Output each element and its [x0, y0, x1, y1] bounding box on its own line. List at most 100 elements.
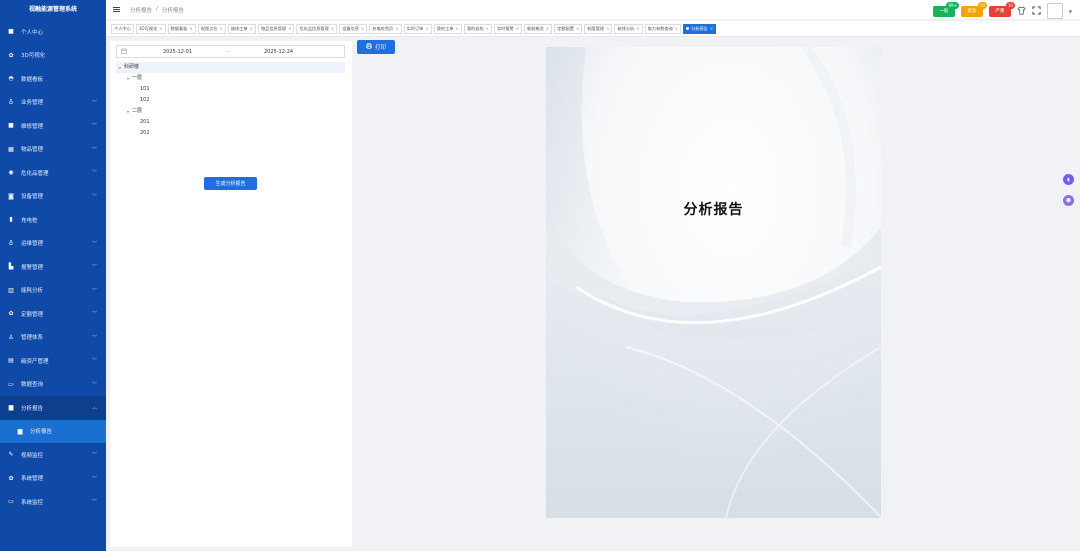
- alarm-urgent-button[interactable]: 紧急 10: [960, 1, 987, 17]
- sidebar-item-business[interactable]: ♁ 业务管理 ﹀: [0, 91, 106, 115]
- sidebar-item-label: 系统监控: [21, 499, 44, 506]
- close-icon[interactable]: ×: [159, 24, 162, 34]
- close-icon[interactable]: ×: [425, 24, 428, 34]
- business-icon: ♁: [8, 98, 14, 106]
- shirt-icon[interactable]: [1017, 5, 1026, 17]
- start-date-input[interactable]: 2025-12-01: [163, 49, 192, 55]
- sidebar-item-settings[interactable]: ✿ 系统管理 ﹀: [0, 467, 106, 491]
- caret-down-icon[interactable]: ▾: [116, 62, 124, 73]
- end-date-input[interactable]: 2025-12-24: [264, 49, 293, 55]
- close-icon[interactable]: ×: [636, 24, 639, 34]
- sidebar-item-query[interactable]: ▭ 数据查询 ﹀: [0, 373, 106, 397]
- tab-label: 电力参数查询: [647, 25, 673, 31]
- tab-label: 我的巡检: [466, 25, 484, 31]
- tree-node[interactable]: 101: [116, 84, 345, 95]
- tab-item[interactable]: 实时订单 ×: [403, 23, 432, 34]
- caret-down-icon[interactable]: ▾: [124, 106, 132, 117]
- sidebar-item-quota[interactable]: ✿ 定额管理 ﹀: [0, 302, 106, 326]
- assistant-float-button[interactable]: ◖: [1063, 174, 1074, 185]
- tab-item[interactable]: 制度管理 ×: [584, 23, 613, 34]
- close-icon[interactable]: ×: [576, 24, 579, 34]
- tab-item[interactable]: 维修工单 ×: [227, 23, 256, 34]
- sidebar-item-dashboard[interactable]: ◓ 数据看板: [0, 67, 106, 91]
- close-icon[interactable]: ×: [486, 24, 489, 34]
- sidebar-item-report[interactable]: ▆ 分析报告 ︿: [0, 396, 106, 420]
- hamburger-icon[interactable]: [113, 7, 120, 12]
- sidebar-item-label: 报警管理: [21, 264, 44, 271]
- tab-item[interactable]: 定额配置 ×: [554, 23, 583, 34]
- tab-item[interactable]: 实时报警 ×: [493, 23, 523, 34]
- query-icon: ▭: [8, 380, 14, 388]
- sidebar-item-charging[interactable]: ▮ 充电桩: [0, 208, 106, 232]
- user-icon: ■: [8, 28, 14, 36]
- alarm-general-button[interactable]: 一般 99+: [932, 1, 959, 17]
- close-icon[interactable]: ×: [361, 24, 364, 34]
- caret-down-icon[interactable]: ▾: [124, 73, 132, 84]
- sidebar-item-chemical[interactable]: ◉ 危化品管理 ﹀: [0, 161, 106, 185]
- sidebar-item-gear[interactable]: ✿ 3D可视化: [0, 44, 106, 68]
- close-icon[interactable]: ×: [189, 24, 192, 34]
- sidebar-item-carbon[interactable]: ▤ 碳资产管理 ﹀: [0, 349, 106, 373]
- close-icon[interactable]: ×: [546, 24, 549, 34]
- tab-item[interactable]: 数据看板 ×: [167, 23, 196, 34]
- alarm-severe-button[interactable]: 严重 10: [988, 1, 1015, 17]
- tab-item[interactable]: 3D可视化 ×: [135, 23, 166, 34]
- tab-label: 维修工单: [230, 25, 248, 31]
- tree-node-label: 二层: [132, 108, 143, 114]
- tab-item[interactable]: 视频点位 ×: [197, 23, 226, 34]
- close-icon[interactable]: ×: [606, 24, 609, 34]
- tab-item[interactable]: 我的巡检 ×: [463, 23, 492, 34]
- help-float-button[interactable]: ☻: [1063, 195, 1074, 206]
- chat-icon: ◖: [1067, 176, 1070, 183]
- tab-active[interactable]: 分析报告 ×: [683, 23, 717, 34]
- sidebar-item-ops[interactable]: ♁ 运维管理 ﹀: [0, 232, 106, 256]
- avatar[interactable]: [1046, 3, 1063, 19]
- tab-item[interactable]: 能耗概览 ×: [524, 23, 553, 34]
- close-icon[interactable]: ×: [395, 24, 398, 34]
- sidebar-item-alarm[interactable]: ▙ 报警管理 ﹀: [0, 255, 106, 279]
- tree-node[interactable]: ▾ 二层: [116, 106, 345, 117]
- close-icon[interactable]: ×: [331, 24, 334, 34]
- monitor-icon: ▭: [8, 498, 14, 506]
- breadcrumb: 分析报告 / 分析报告: [130, 6, 184, 14]
- device-icon: ◙: [8, 192, 14, 200]
- close-icon[interactable]: ×: [710, 24, 713, 34]
- tree-node[interactable]: ▾ 科研楼: [116, 62, 345, 73]
- tab-item[interactable]: 物品信息管理 ×: [257, 23, 295, 34]
- tab-item[interactable]: 电力参数查询 ×: [644, 23, 682, 34]
- sidebar-item-energy[interactable]: ▥ 能耗分析 ﹀: [0, 279, 106, 303]
- tab-item[interactable]: 设备信息 ×: [339, 23, 368, 34]
- close-icon[interactable]: ×: [288, 24, 291, 34]
- tab-label: 制度管理: [587, 25, 605, 31]
- fullscreen-icon[interactable]: [1032, 5, 1041, 17]
- tab-item[interactable]: 个人中心: [111, 23, 134, 34]
- print-label: 打印: [374, 45, 386, 51]
- sidebar-item-system[interactable]: ♙ 管理体系 ﹀: [0, 326, 106, 350]
- close-icon[interactable]: ×: [250, 24, 253, 34]
- tree-node[interactable]: 201: [116, 117, 345, 128]
- tab-item[interactable]: 我的工单 ×: [433, 23, 462, 34]
- tab-item[interactable]: 充电桩首页 ×: [369, 23, 402, 34]
- close-icon[interactable]: ×: [455, 24, 458, 34]
- close-icon[interactable]: ×: [675, 24, 678, 34]
- tab-item[interactable]: 碳排分析 ×: [614, 23, 643, 34]
- sidebar-item-report-doc[interactable]: ▆ 分析报告: [0, 419, 106, 443]
- tree-node[interactable]: 102: [116, 95, 345, 106]
- tree-node[interactable]: 202: [116, 128, 345, 139]
- tab-item[interactable]: 危化品信息管理 ×: [296, 23, 338, 34]
- close-icon[interactable]: ×: [219, 24, 222, 34]
- sidebar-item-device[interactable]: ◙ 设备管理 ﹀: [0, 185, 106, 209]
- generate-report-button[interactable]: 生成分析报告: [204, 177, 257, 190]
- print-button[interactable]: 打印: [357, 40, 395, 54]
- sidebar-item-repair[interactable]: ■ 维修管理 ﹀: [0, 114, 106, 138]
- sidebar-item-user[interactable]: ■ 个人中心: [0, 20, 106, 44]
- close-icon[interactable]: ×: [516, 24, 519, 34]
- chevron-down-icon[interactable]: ▼: [1069, 9, 1072, 14]
- sidebar-item-video[interactable]: ✎ 视频监控 ﹀: [0, 443, 106, 467]
- sidebar-item-goods[interactable]: ▦ 物品管理 ﹀: [0, 138, 106, 162]
- app-title: 视融能源管理系统: [28, 6, 77, 13]
- breadcrumb-item[interactable]: 分析报告: [130, 6, 152, 14]
- tree-node[interactable]: ▾ 一层: [116, 73, 345, 84]
- sidebar-item-monitor[interactable]: ▭ 系统监控 ﹀: [0, 490, 106, 514]
- date-range-picker[interactable]: 2025-12-01 - 2025-12-24: [116, 45, 345, 58]
